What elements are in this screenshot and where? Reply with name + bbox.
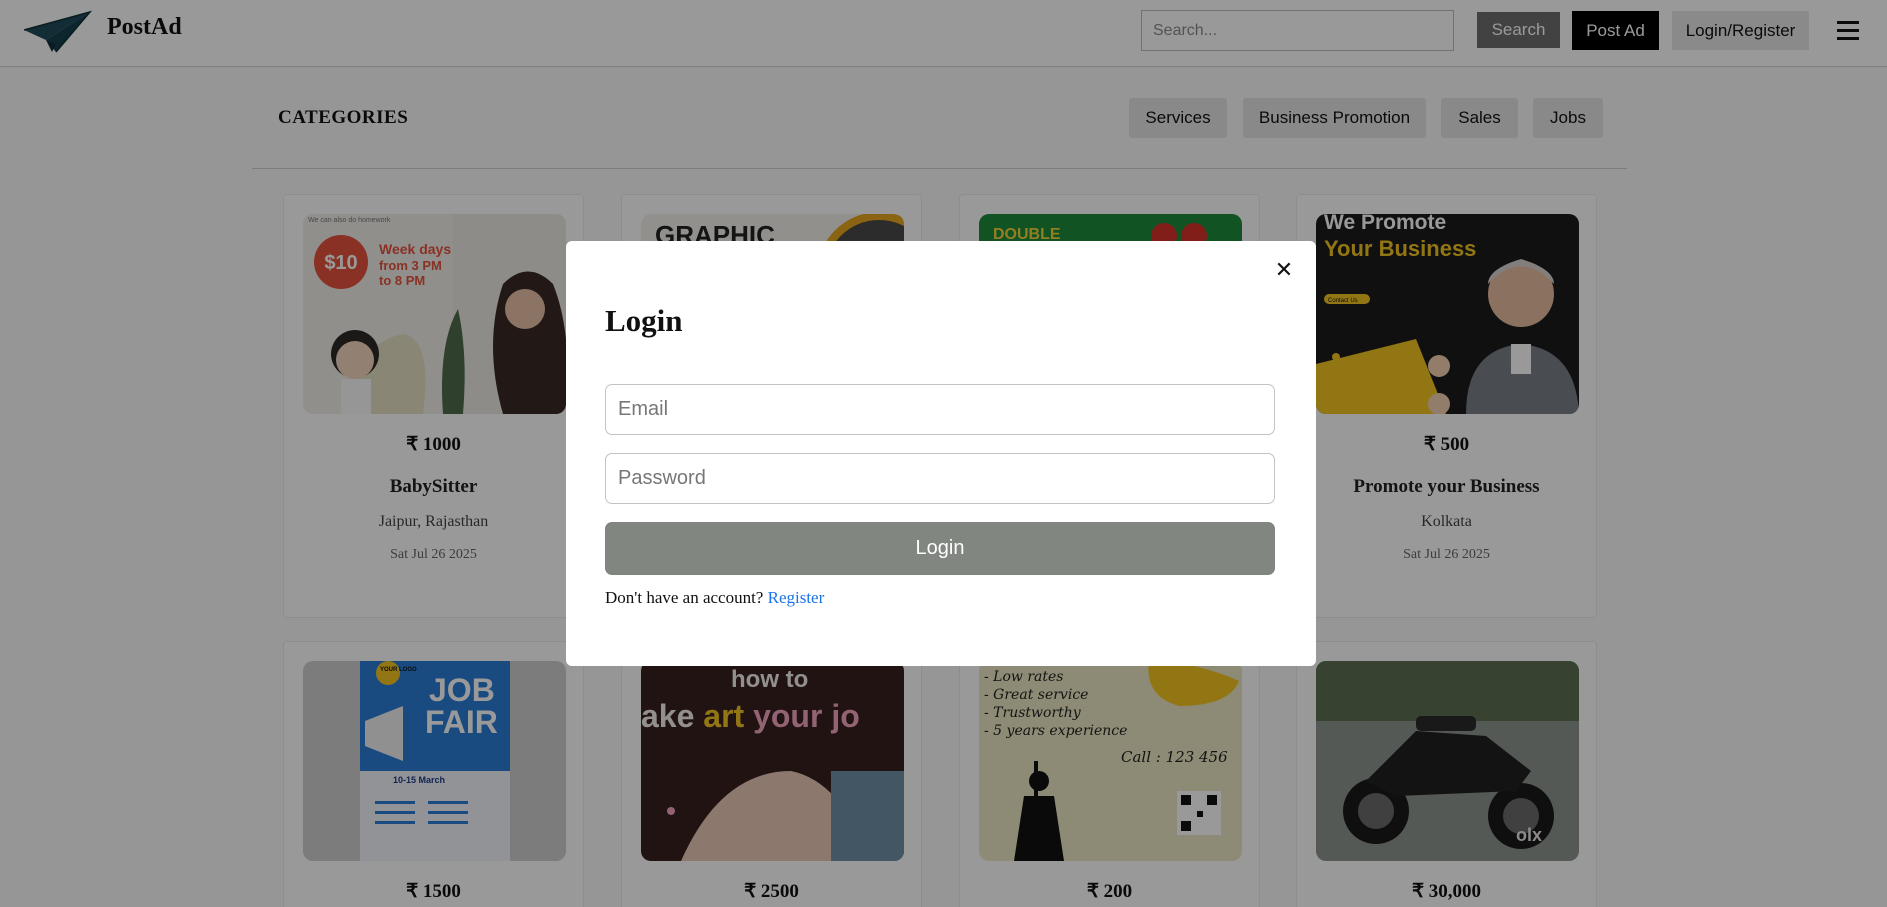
password-field[interactable] — [605, 453, 1275, 504]
login-modal: ✕ Login Login Don't have an account? Reg… — [566, 241, 1316, 666]
modal-title: Login — [605, 303, 683, 338]
register-prompt-text: Don't have an account? — [605, 588, 764, 607]
close-icon[interactable]: ✕ — [1272, 259, 1296, 283]
register-prompt: Don't have an account? Register — [605, 588, 824, 608]
email-field[interactable] — [605, 384, 1275, 435]
register-link[interactable]: Register — [768, 588, 825, 607]
login-submit-button[interactable]: Login — [605, 522, 1275, 575]
